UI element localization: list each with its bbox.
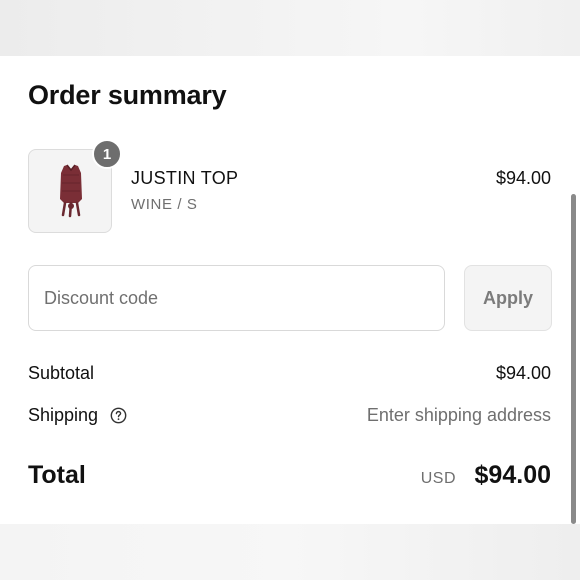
subtotal-value: $94.00 <box>495 363 551 383</box>
page-background-top <box>0 0 580 56</box>
product-image-icon <box>60 164 82 218</box>
scrollbar[interactable] <box>571 194 576 524</box>
shipping-value: Enter shipping address <box>366 405 551 425</box>
question-circle-icon[interactable] <box>110 407 127 424</box>
product-variant: WINE / S <box>131 196 198 213</box>
apply-discount-button[interactable]: Apply <box>464 265 552 331</box>
page-background-bottom <box>0 524 580 580</box>
product-price: $94.00 <box>495 168 551 188</box>
shipping-label: Shipping <box>28 405 99 425</box>
quantity-badge: 1 <box>92 139 122 169</box>
total-value: $94.00 <box>474 461 551 489</box>
total-currency: USD <box>420 470 456 487</box>
subtotal-label: Subtotal <box>28 363 95 383</box>
discount-code-input[interactable] <box>28 265 445 331</box>
order-summary-title: Order summary <box>28 80 227 110</box>
product-name: JUSTIN TOP <box>131 168 239 188</box>
total-label: Total <box>28 461 86 489</box>
